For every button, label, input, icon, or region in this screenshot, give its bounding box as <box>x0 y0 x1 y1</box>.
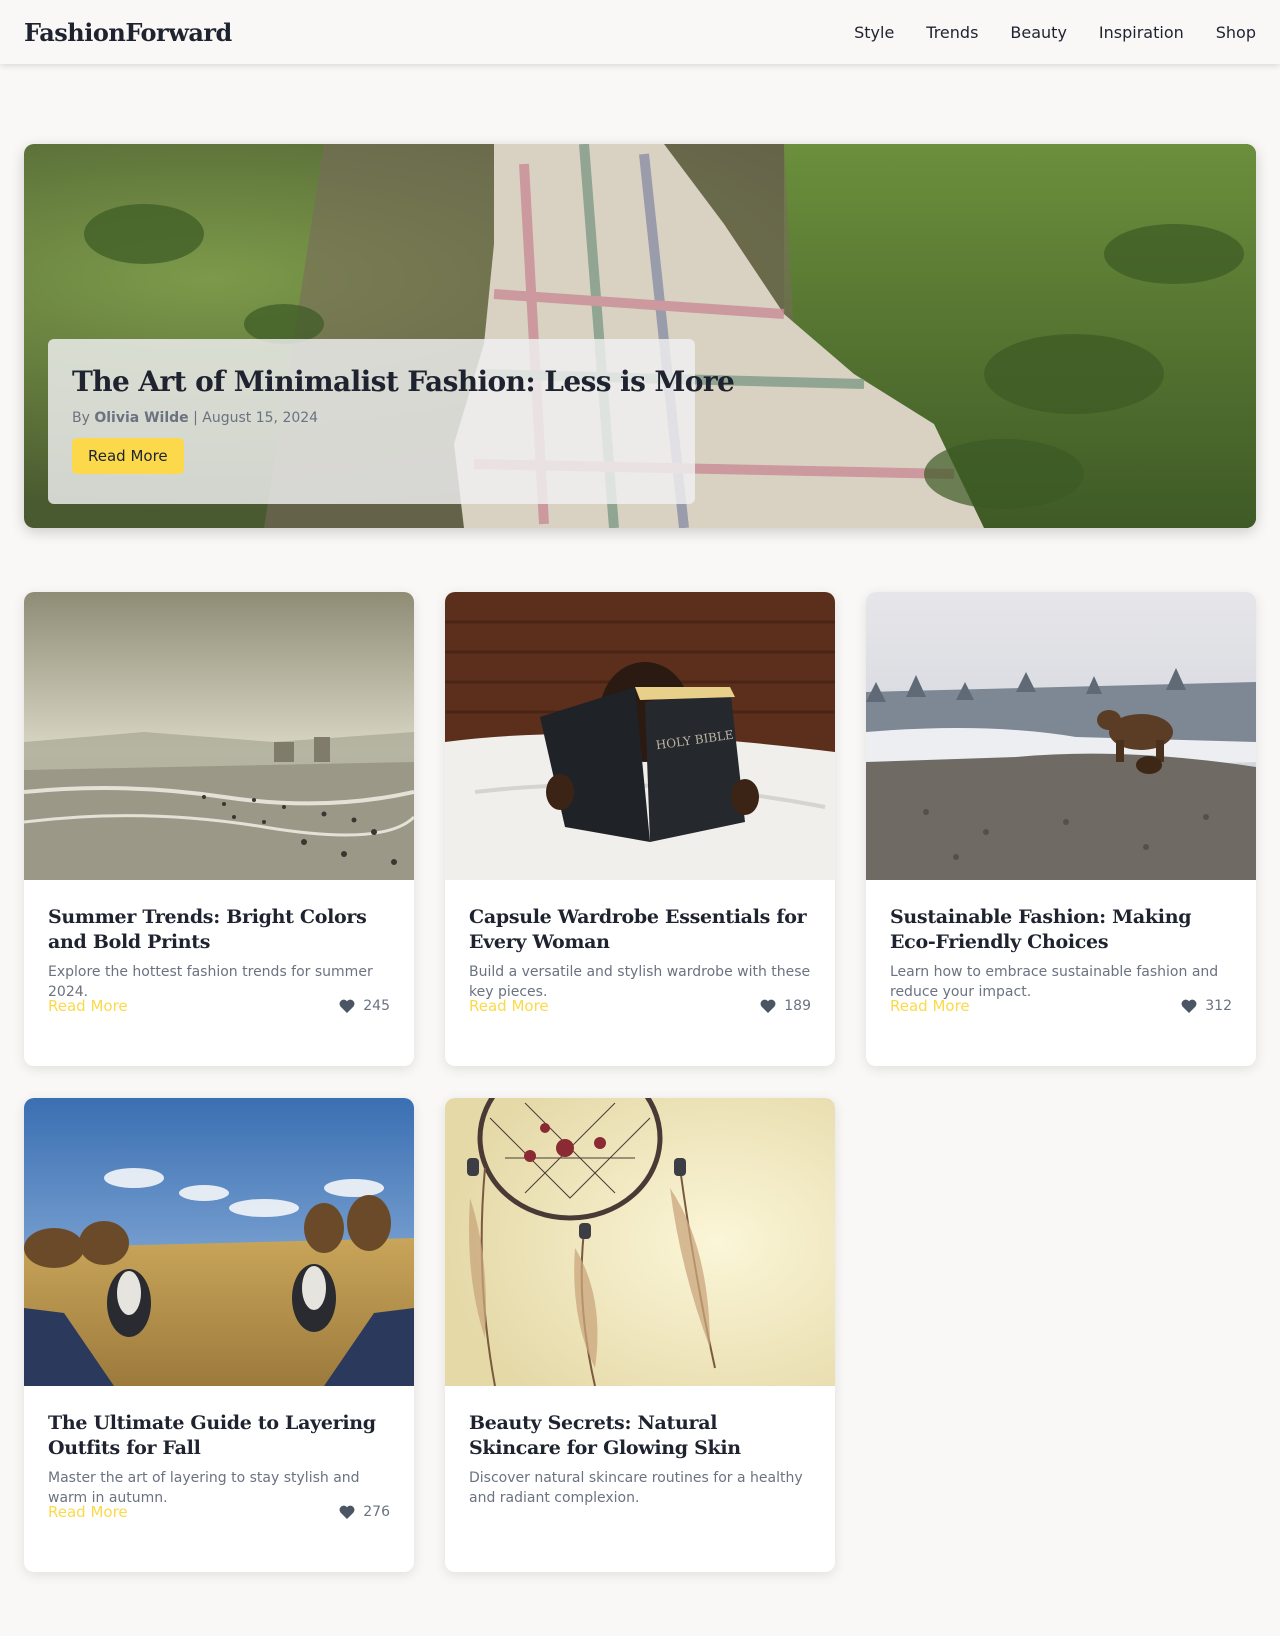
article-body: Sustainable Fashion: Making Eco-Friendly… <box>890 905 1232 1002</box>
article-image-beach[interactable] <box>24 592 414 880</box>
nav-link-inspiration[interactable]: Inspiration <box>1099 23 1184 42</box>
article-description: Explore the hottest fashion trends for s… <box>48 964 373 1000</box>
heart-icon <box>760 999 776 1013</box>
article-footer: Read More 276 <box>48 1503 390 1521</box>
article-card[interactable]: Sustainable Fashion: Making Eco-Friendly… <box>866 592 1256 1066</box>
like-count: 276 <box>363 1504 390 1520</box>
article-body: Summer Trends: Bright Colors and Bold Pr… <box>48 905 390 1002</box>
like-button[interactable]: 189 <box>760 998 811 1014</box>
like-count: 189 <box>784 998 811 1014</box>
article-image-reading[interactable]: HOLY BIBLE <box>445 592 835 880</box>
article-description: Discover natural skincare routines for a… <box>469 1470 803 1506</box>
read-more-button[interactable]: Read More <box>72 438 184 474</box>
heart-icon <box>339 999 355 1013</box>
article-title[interactable]: Summer Trends: Bright Colors and Bold Pr… <box>48 905 390 955</box>
article-image-dreamcatcher[interactable] <box>445 1098 835 1386</box>
article-title[interactable]: Beauty Secrets: Natural Skincare for Glo… <box>469 1411 811 1461</box>
meta-separator: | <box>193 410 198 426</box>
like-count: 312 <box>1205 998 1232 1014</box>
nav-link-trends[interactable]: Trends <box>926 23 978 42</box>
featured-article-meta: By Olivia Wilde | August 15, 2024 <box>72 410 671 426</box>
featured-article-title[interactable]: The Art of Minimalist Fashion: Less is M… <box>72 365 735 398</box>
read-more-link[interactable]: Read More <box>48 997 128 1015</box>
like-button[interactable]: 312 <box>1181 998 1232 1014</box>
nav-link-style[interactable]: Style <box>854 23 894 42</box>
article-description: Build a versatile and stylish wardrobe w… <box>469 964 811 1000</box>
site-logo[interactable]: FashionForward <box>24 18 232 47</box>
article-title[interactable]: Capsule Wardrobe Essentials for Every Wo… <box>469 905 811 955</box>
article-title[interactable]: Sustainable Fashion: Making Eco-Friendly… <box>890 905 1232 955</box>
heart-icon <box>1181 999 1197 1013</box>
like-button[interactable]: 276 <box>339 1504 390 1520</box>
article-body: The Ultimate Guide to Layering Outfits f… <box>48 1411 390 1508</box>
article-body: Beauty Secrets: Natural Skincare for Glo… <box>469 1411 811 1508</box>
nav-link-shop[interactable]: Shop <box>1216 23 1256 42</box>
article-image-bear[interactable] <box>866 592 1256 880</box>
nav-link-beauty[interactable]: Beauty <box>1010 23 1067 42</box>
article-card[interactable]: HOLY BIBLE Capsule Wardrobe Essentials f… <box>445 592 835 1066</box>
article-card[interactable]: Beauty Secrets: Natural Skincare for Glo… <box>445 1098 835 1572</box>
like-count: 245 <box>363 998 390 1014</box>
publish-date: August 15, 2024 <box>202 410 319 426</box>
read-more-link[interactable]: Read More <box>469 997 549 1015</box>
article-card[interactable]: The Ultimate Guide to Layering Outfits f… <box>24 1098 414 1572</box>
like-button[interactable]: 245 <box>339 998 390 1014</box>
read-more-link[interactable]: Read More <box>48 1503 128 1521</box>
article-footer: Read More 245 <box>48 997 390 1015</box>
article-title[interactable]: The Ultimate Guide to Layering Outfits f… <box>48 1411 390 1461</box>
article-description: Learn how to embrace sustainable fashion… <box>890 964 1219 1000</box>
article-footer: Read More 312 <box>890 997 1232 1015</box>
heart-icon <box>339 1505 355 1519</box>
site-header: FashionForward Style Trends Beauty Inspi… <box>0 0 1280 64</box>
article-description: Master the art of layering to stay styli… <box>48 1470 360 1506</box>
read-more-link[interactable]: Read More <box>890 997 970 1015</box>
main-nav: Style Trends Beauty Inspiration Shop <box>854 23 1256 42</box>
article-card[interactable]: Summer Trends: Bright Colors and Bold Pr… <box>24 592 414 1066</box>
author-name[interactable]: Olivia Wilde <box>94 410 188 426</box>
featured-article: The Art of Minimalist Fashion: Less is M… <box>24 144 1256 528</box>
byline-prefix: By <box>72 410 90 426</box>
article-footer: Read More 189 <box>469 997 811 1015</box>
featured-article-card: The Art of Minimalist Fashion: Less is M… <box>48 339 735 504</box>
article-image-field[interactable] <box>24 1098 414 1386</box>
article-body: Capsule Wardrobe Essentials for Every Wo… <box>469 905 811 1002</box>
